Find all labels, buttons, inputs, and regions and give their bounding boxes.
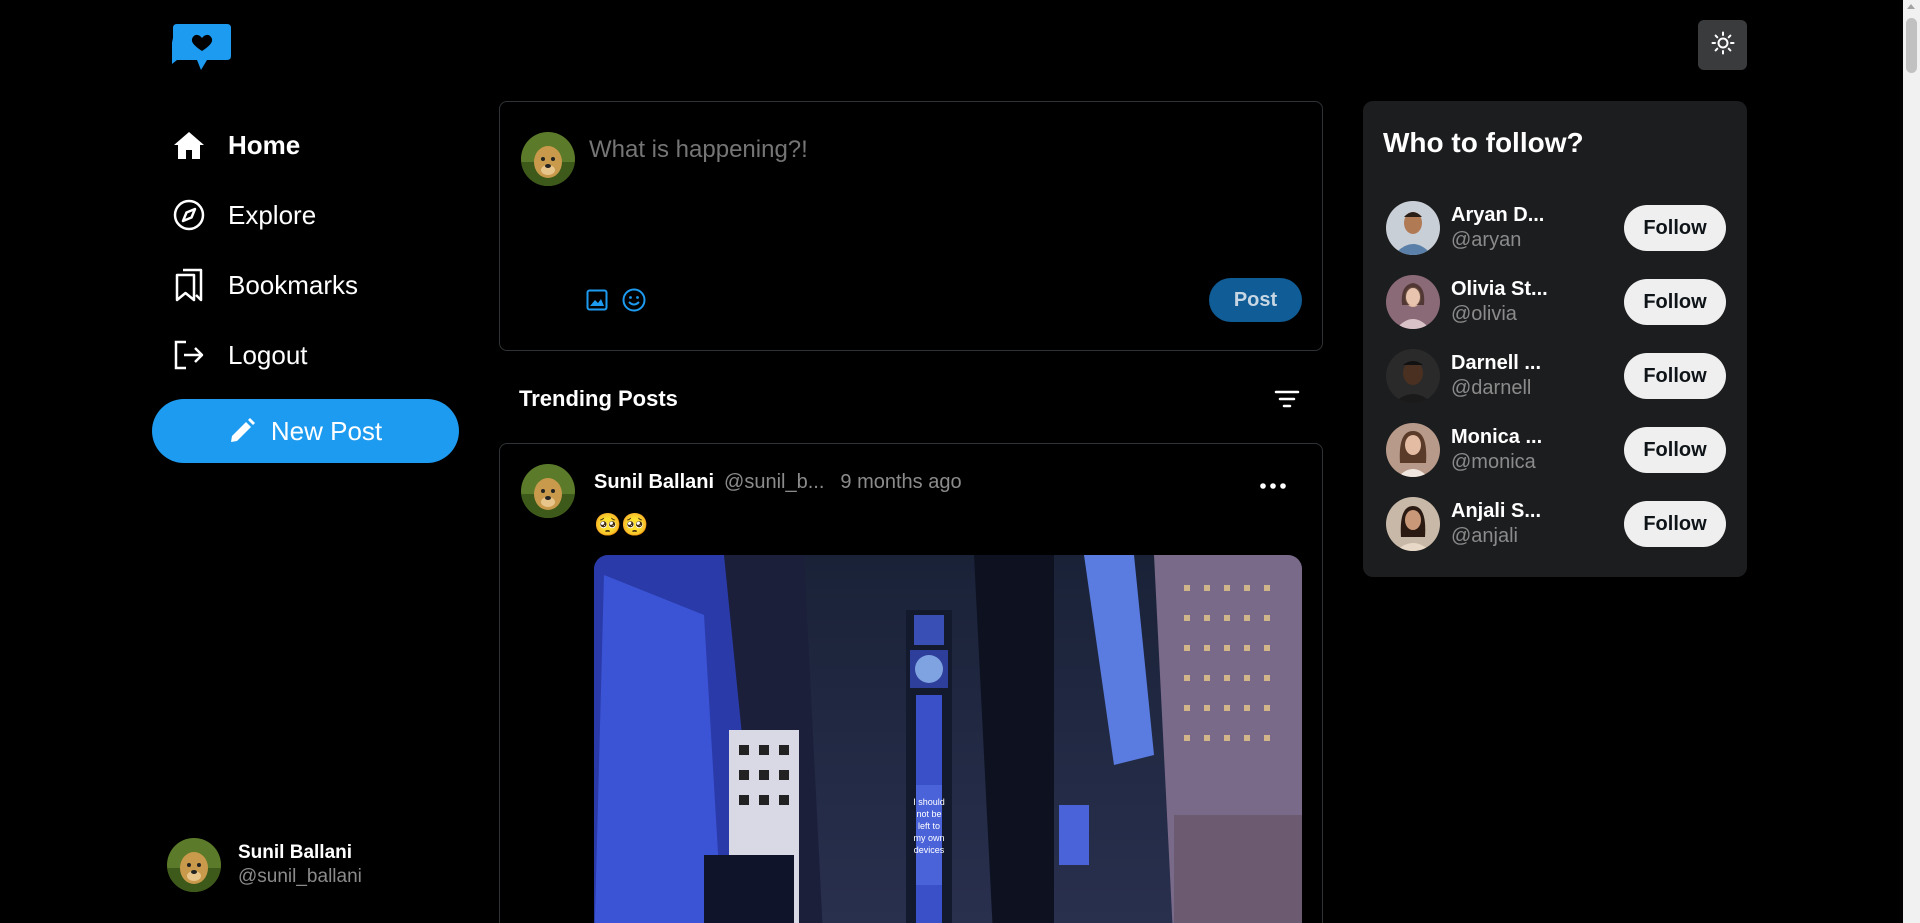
svg-text:devices: devices xyxy=(914,845,945,855)
follow-item: Aryan D... @aryan Follow xyxy=(1386,191,1726,265)
compass-icon xyxy=(172,198,206,232)
user-avatar xyxy=(167,838,221,892)
follow-name[interactable]: Olivia St... xyxy=(1451,277,1624,302)
follow-avatar[interactable] xyxy=(1386,423,1440,477)
feed-title: Trending Posts xyxy=(519,386,678,411)
scroll-up-arrow-icon[interactable] xyxy=(1907,4,1915,9)
svg-text:left to: left to xyxy=(918,821,940,831)
logout-icon xyxy=(172,338,206,372)
follow-handle: @aryan xyxy=(1451,229,1522,251)
pencil-icon xyxy=(229,417,257,445)
nav-item-bookmarks[interactable]: Bookmarks xyxy=(172,250,358,320)
follow-button[interactable]: Follow xyxy=(1624,427,1726,473)
who-to-follow-panel: Who to follow? Aryan D... @aryan Follow … xyxy=(1363,101,1747,577)
svg-text:not be: not be xyxy=(916,809,941,819)
follow-avatar[interactable] xyxy=(1386,349,1440,403)
follow-handle: @monica xyxy=(1451,451,1536,473)
follow-item: Olivia St... @olivia Follow xyxy=(1386,265,1726,339)
follow-item: Anjali S... @anjali Follow xyxy=(1386,487,1726,561)
emoji-icon[interactable] xyxy=(621,287,647,313)
follow-handle: @darnell xyxy=(1451,377,1532,399)
post-card[interactable]: Sunil Ballani @sunil_b... 9 months ago 🥺… xyxy=(499,443,1323,923)
scrollbar-thumb[interactable] xyxy=(1906,18,1917,73)
follow-avatar[interactable] xyxy=(1386,201,1440,255)
follow-button[interactable]: Follow xyxy=(1624,353,1726,399)
compose-box: Post xyxy=(499,101,1323,351)
follow-avatar[interactable] xyxy=(1386,275,1440,329)
user-handle: @sunil_ballani xyxy=(238,866,362,887)
compose-avatar xyxy=(521,132,575,186)
follow-handle: @anjali xyxy=(1451,525,1519,547)
nav-label-explore: Explore xyxy=(228,199,317,230)
post-image[interactable]: I should not be left to my own devices xyxy=(594,555,1302,923)
svg-text:my own: my own xyxy=(913,833,944,843)
nav-item-logout[interactable]: Logout xyxy=(172,320,358,390)
theme-toggle-button[interactable] xyxy=(1698,20,1747,70)
follow-name[interactable]: Monica ... xyxy=(1451,425,1624,450)
sun-icon xyxy=(1711,31,1735,60)
svg-text:I should: I should xyxy=(913,797,945,807)
follow-avatar[interactable] xyxy=(1386,497,1440,551)
sidebar-nav: Home Explore Bookmarks Logout xyxy=(172,110,358,390)
follow-button[interactable]: Follow xyxy=(1624,205,1726,251)
user-name: Sunil Ballani xyxy=(238,842,353,863)
follow-name[interactable]: Aryan D... xyxy=(1451,203,1624,228)
follow-item: Darnell ... @darnell Follow xyxy=(1386,339,1726,413)
post-handle: @sunil_b... xyxy=(724,471,825,493)
nav-label-bookmarks: Bookmarks xyxy=(228,269,359,300)
post-author[interactable]: Sunil Ballani xyxy=(594,471,714,494)
nav-label-home: Home xyxy=(228,129,301,160)
app-logo-icon[interactable] xyxy=(171,20,233,72)
follow-name[interactable]: Anjali S... xyxy=(1451,499,1624,524)
nav-item-home[interactable]: Home xyxy=(172,110,358,180)
nav-label-logout: Logout xyxy=(228,339,308,370)
follow-name[interactable]: Darnell ... xyxy=(1451,351,1624,376)
post-button[interactable]: Post xyxy=(1209,278,1302,322)
follow-item: Monica ... @monica Follow xyxy=(1386,413,1726,487)
new-post-label: New Post xyxy=(270,415,383,446)
post-text: 🥺🥺 xyxy=(594,512,649,537)
bookmarks-icon xyxy=(172,268,206,302)
follow-handle: @olivia xyxy=(1451,303,1517,325)
follow-button[interactable]: Follow xyxy=(1624,279,1726,325)
home-icon xyxy=(172,128,206,162)
follow-list: Aryan D... @aryan Follow Olivia St... @o… xyxy=(1386,191,1726,561)
more-options-icon[interactable] xyxy=(1255,474,1291,498)
image-icon[interactable] xyxy=(584,287,610,313)
compose-input[interactable] xyxy=(589,136,1289,164)
current-user-profile[interactable]: Sunil Ballani @sunil_ballani xyxy=(167,838,362,892)
post-avatar[interactable] xyxy=(521,464,575,518)
follow-button[interactable]: Follow xyxy=(1624,501,1726,547)
filter-icon[interactable] xyxy=(1271,385,1303,413)
nav-item-explore[interactable]: Explore xyxy=(172,180,358,250)
who-to-follow-title: Who to follow? xyxy=(1383,127,1584,158)
post-time: 9 months ago xyxy=(840,471,962,493)
page-scrollbar[interactable] xyxy=(1903,0,1920,923)
new-post-button[interactable]: New Post xyxy=(152,399,459,463)
